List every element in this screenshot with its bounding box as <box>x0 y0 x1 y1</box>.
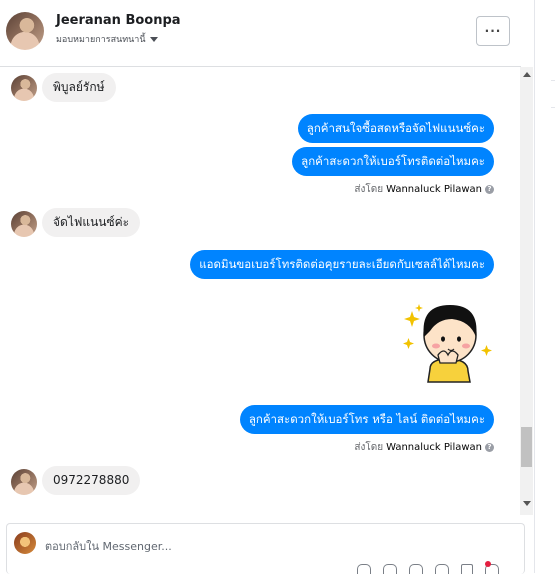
scrollbar-thumb[interactable] <box>521 427 532 467</box>
assign-conversation-label: มอบหมายการสนทนานี้ <box>56 35 146 45</box>
help-icon[interactable]: ? <box>485 443 494 452</box>
sent-by-line: ส่งโดย Wannaluck Pilawan ? <box>354 440 494 455</box>
more-options-button[interactable]: ··· <box>476 16 510 46</box>
message-bubble-incoming[interactable]: 0972278880 <box>42 466 141 495</box>
caret-down-icon <box>149 37 158 42</box>
contact-avatar[interactable] <box>6 12 44 50</box>
sent-by-line: ส่งโดย Wannaluck Pilawan ? <box>354 182 494 197</box>
contact-avatar <box>11 469 37 495</box>
contact-avatar <box>11 75 37 101</box>
message-row: จัดไฟแนนซ์ค่ะ <box>0 208 520 240</box>
message-bubble-outgoing[interactable]: ลูกค้าสนใจซื้อสดหรือจัดไฟแนนซ์คะ <box>297 114 494 143</box>
contact-avatar <box>11 211 37 237</box>
more-options-label: ··· <box>484 24 502 38</box>
help-icon[interactable]: ? <box>485 185 494 194</box>
conversation-panel: Jeeranan Boonpa มอบหมายการสนทนานี้ ··· พ… <box>0 0 534 574</box>
composer-toolbar <box>357 562 522 574</box>
message-bubble-incoming[interactable]: จัดไฟแนนซ์ค่ะ <box>42 208 141 237</box>
message-row: 0972278880 <box>0 466 520 498</box>
message-list[interactable]: พิบูลย์รักษ์ ลูกค้าสนใจซื้อสดหรือจัดไฟแน… <box>0 67 534 515</box>
message-bubble-outgoing[interactable]: ลูกค้าสะดวกให้เบอร์โทรติดต่อไหมคะ <box>292 147 494 176</box>
assign-conversation-dropdown[interactable]: มอบหมายการสนทนานี้ <box>56 32 158 46</box>
message-bubble-outgoing[interactable]: แอดมินขอเบอร์โทรติดต่อคุยรายละเอียดกับเซ… <box>190 250 494 279</box>
page-avatar <box>14 532 36 554</box>
scroll-down-arrow-icon[interactable] <box>523 501 531 506</box>
message-bubble-outgoing[interactable]: ลูกค้าสะดวกให้เบอร์โทร หรือ ไลน์ ติดต่อไ… <box>239 405 494 434</box>
sent-by-prefix: ส่งโดย <box>354 442 384 453</box>
reply-input[interactable]: ตอบกลับใน Messenger... <box>45 537 172 555</box>
scroll-up-arrow-icon[interactable] <box>523 72 531 77</box>
sent-by-name: Wannaluck Pilawan <box>386 442 482 453</box>
contact-name[interactable]: Jeeranan Boonpa <box>56 13 181 28</box>
right-pane-edge <box>534 0 555 573</box>
conversation-header: Jeeranan Boonpa มอบหมายการสนทนานี้ ··· <box>0 0 521 67</box>
message-row: พิบูลย์รักษ์ <box>0 73 520 105</box>
notification-dot <box>485 561 491 567</box>
sent-by-prefix: ส่งโดย <box>354 184 384 195</box>
divider <box>551 80 555 81</box>
sent-by-name: Wannaluck Pilawan <box>386 184 482 195</box>
message-list-scrollbar[interactable] <box>520 67 533 515</box>
message-bubble-incoming[interactable]: พิบูลย์รักษ์ <box>42 73 116 102</box>
girl-sticker-icon[interactable] <box>400 297 495 387</box>
divider <box>551 107 555 108</box>
reply-composer[interactable]: ตอบกลับใน Messenger... <box>6 523 525 574</box>
